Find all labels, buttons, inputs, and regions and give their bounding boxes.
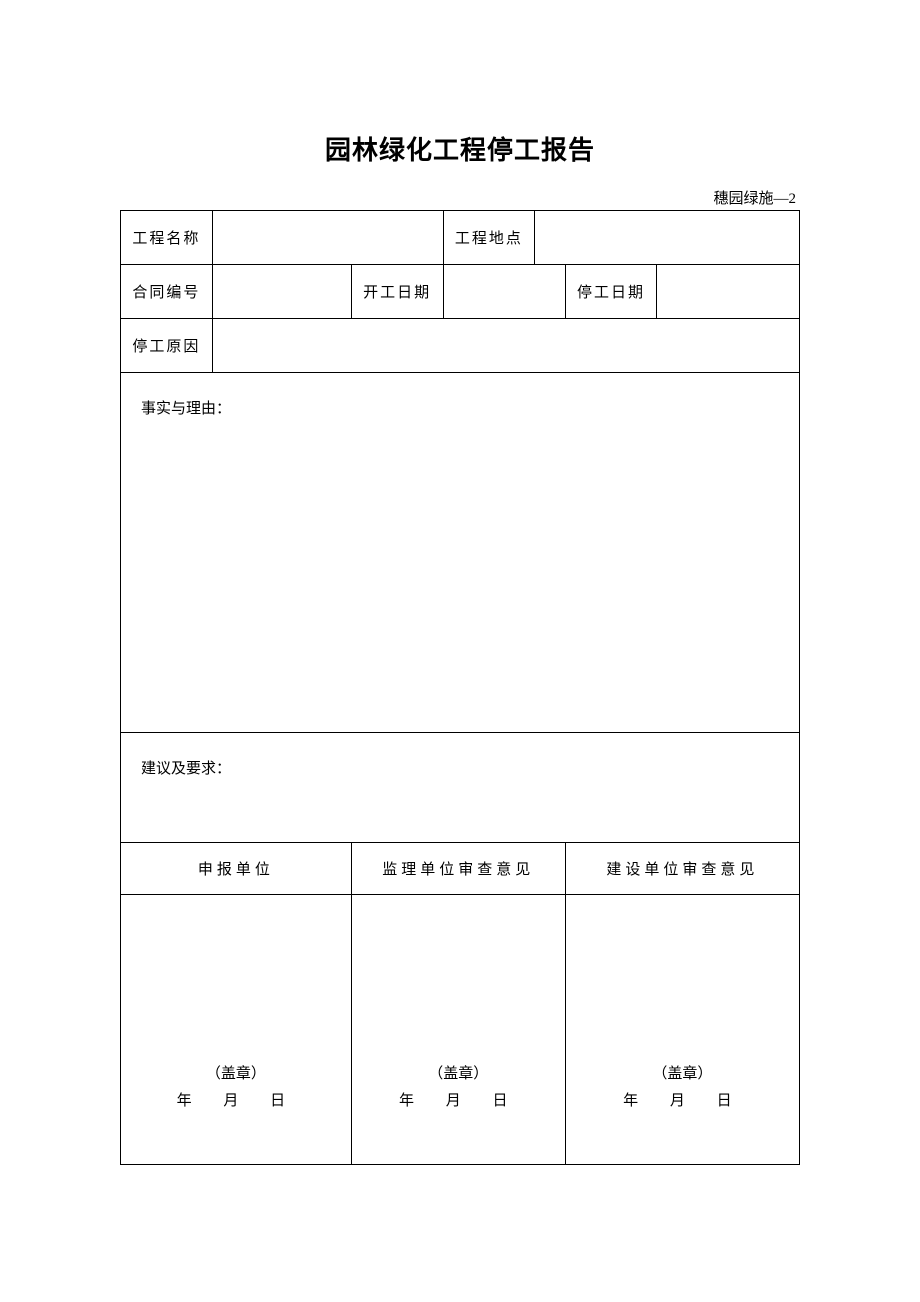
form-table: 工程名称 工程地点 合同编号 开工日期 停工日期 停工原因 事实与理由： 建议及…: [120, 210, 800, 1165]
label-start-date: 开工日期: [351, 265, 443, 319]
row-suggestions: 建议及要求：: [121, 733, 800, 843]
value-project-name[interactable]: [212, 211, 443, 265]
row-section-headers: 申报单位 监理单位审查意见 建设单位审查意见: [121, 843, 800, 895]
document-title: 园林绿化工程停工报告: [120, 130, 800, 167]
label-project-location: 工程地点: [443, 211, 535, 265]
year-unit: 年: [399, 1093, 414, 1109]
day-unit: 日: [717, 1093, 732, 1109]
year-unit: 年: [177, 1093, 192, 1109]
suggestions-cell[interactable]: 建议及要求：: [121, 733, 800, 843]
label-project-name: 工程名称: [121, 211, 213, 265]
value-project-location[interactable]: [535, 211, 800, 265]
row-project: 工程名称 工程地点: [121, 211, 800, 265]
label-suggestions: 建议及要求：: [141, 761, 231, 777]
sign-supervisor[interactable]: （盖章） 年 月 日: [351, 895, 565, 1165]
sign-owner[interactable]: （盖章） 年 月 日: [565, 895, 799, 1165]
value-contract-no[interactable]: [212, 265, 351, 319]
stamp-owner: （盖章）: [566, 1062, 799, 1083]
header-owner: 建设单位审查意见: [565, 843, 799, 895]
stamp-supervisor: （盖章）: [352, 1062, 565, 1083]
value-start-date[interactable]: [443, 265, 565, 319]
day-unit: 日: [270, 1093, 285, 1109]
row-stop-reason: 停工原因: [121, 319, 800, 373]
value-stop-reason[interactable]: [212, 319, 799, 373]
label-facts: 事实与理由：: [141, 401, 231, 417]
document-page: 园林绿化工程停工报告 穗园绿施—2 工程名称 工程地点 合同编号 开工日期 停工…: [0, 0, 920, 1265]
month-unit: 月: [670, 1093, 685, 1109]
date-applicant: 年 月 日: [121, 1089, 351, 1110]
month-unit: 月: [223, 1093, 238, 1109]
value-stop-date[interactable]: [657, 265, 800, 319]
stamp-applicant: （盖章）: [121, 1062, 351, 1083]
label-contract-no: 合同编号: [121, 265, 213, 319]
label-stop-date: 停工日期: [565, 265, 657, 319]
form-code: 穗园绿施—2: [120, 187, 800, 208]
facts-cell[interactable]: 事实与理由：: [121, 373, 800, 733]
header-applicant: 申报单位: [121, 843, 352, 895]
header-supervisor: 监理单位审查意见: [351, 843, 565, 895]
label-stop-reason: 停工原因: [121, 319, 213, 373]
row-signatures: （盖章） 年 月 日 （盖章） 年 月 日 （盖章） 年 月: [121, 895, 800, 1165]
month-unit: 月: [446, 1093, 461, 1109]
date-owner: 年 月 日: [566, 1089, 799, 1110]
sign-applicant[interactable]: （盖章） 年 月 日: [121, 895, 352, 1165]
day-unit: 日: [493, 1093, 508, 1109]
row-facts: 事实与理由：: [121, 373, 800, 733]
date-supervisor: 年 月 日: [352, 1089, 565, 1110]
row-contract: 合同编号 开工日期 停工日期: [121, 265, 800, 319]
year-unit: 年: [623, 1093, 638, 1109]
